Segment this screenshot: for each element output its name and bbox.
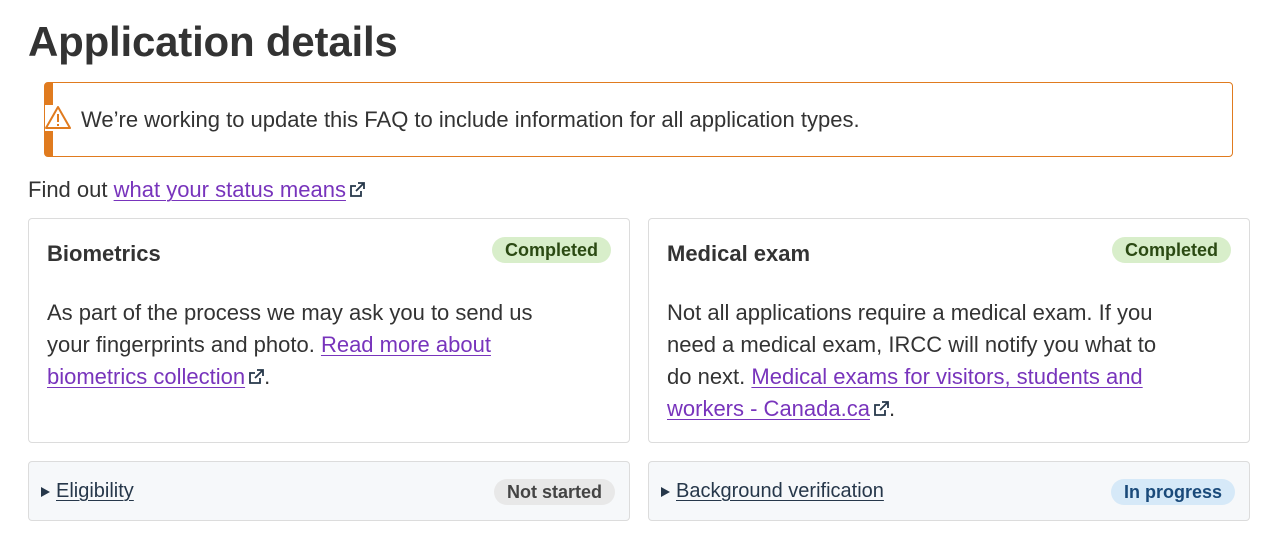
details-eligibility[interactable]: Eligibility Not started (28, 461, 630, 521)
triangle-right-icon (661, 486, 670, 497)
status-badge: In progress (1110, 479, 1235, 505)
page: Application details We’re working to upd… (0, 0, 1280, 546)
status-badge: Completed (1111, 237, 1231, 263)
external-link-icon (874, 401, 889, 416)
card-body-suffix: . (264, 364, 271, 389)
alert-text: We’re working to update this FAQ to incl… (81, 106, 860, 132)
card-body: Not all applications require a medical e… (667, 297, 1177, 425)
status-line: Find out what your status means (28, 177, 365, 203)
details-background-verification[interactable]: Background verification In progress (648, 461, 1250, 521)
details-summary-label[interactable]: Background verification (676, 480, 884, 503)
status-meaning-link[interactable]: what your status means (114, 177, 346, 202)
status-line-prefix: Find out (28, 177, 114, 202)
biometrics-card: Biometrics Completed As part of the proc… (28, 218, 630, 443)
warning-triangle-icon (45, 105, 71, 131)
card-body: As part of the process we may ask you to… (47, 297, 557, 393)
status-badge: Not started (493, 479, 615, 505)
external-link-icon (249, 369, 264, 384)
page-title: Application details (28, 18, 398, 65)
triangle-right-icon (41, 486, 50, 497)
card-body-suffix: . (888, 396, 896, 421)
status-badge: Completed (491, 237, 611, 263)
warning-alert: We’re working to update this FAQ to incl… (44, 82, 1233, 157)
medical-exam-card: Medical exam Completed Not all applicati… (648, 218, 1250, 443)
external-link-icon (350, 182, 365, 197)
details-summary-label[interactable]: Eligibility (56, 480, 134, 503)
